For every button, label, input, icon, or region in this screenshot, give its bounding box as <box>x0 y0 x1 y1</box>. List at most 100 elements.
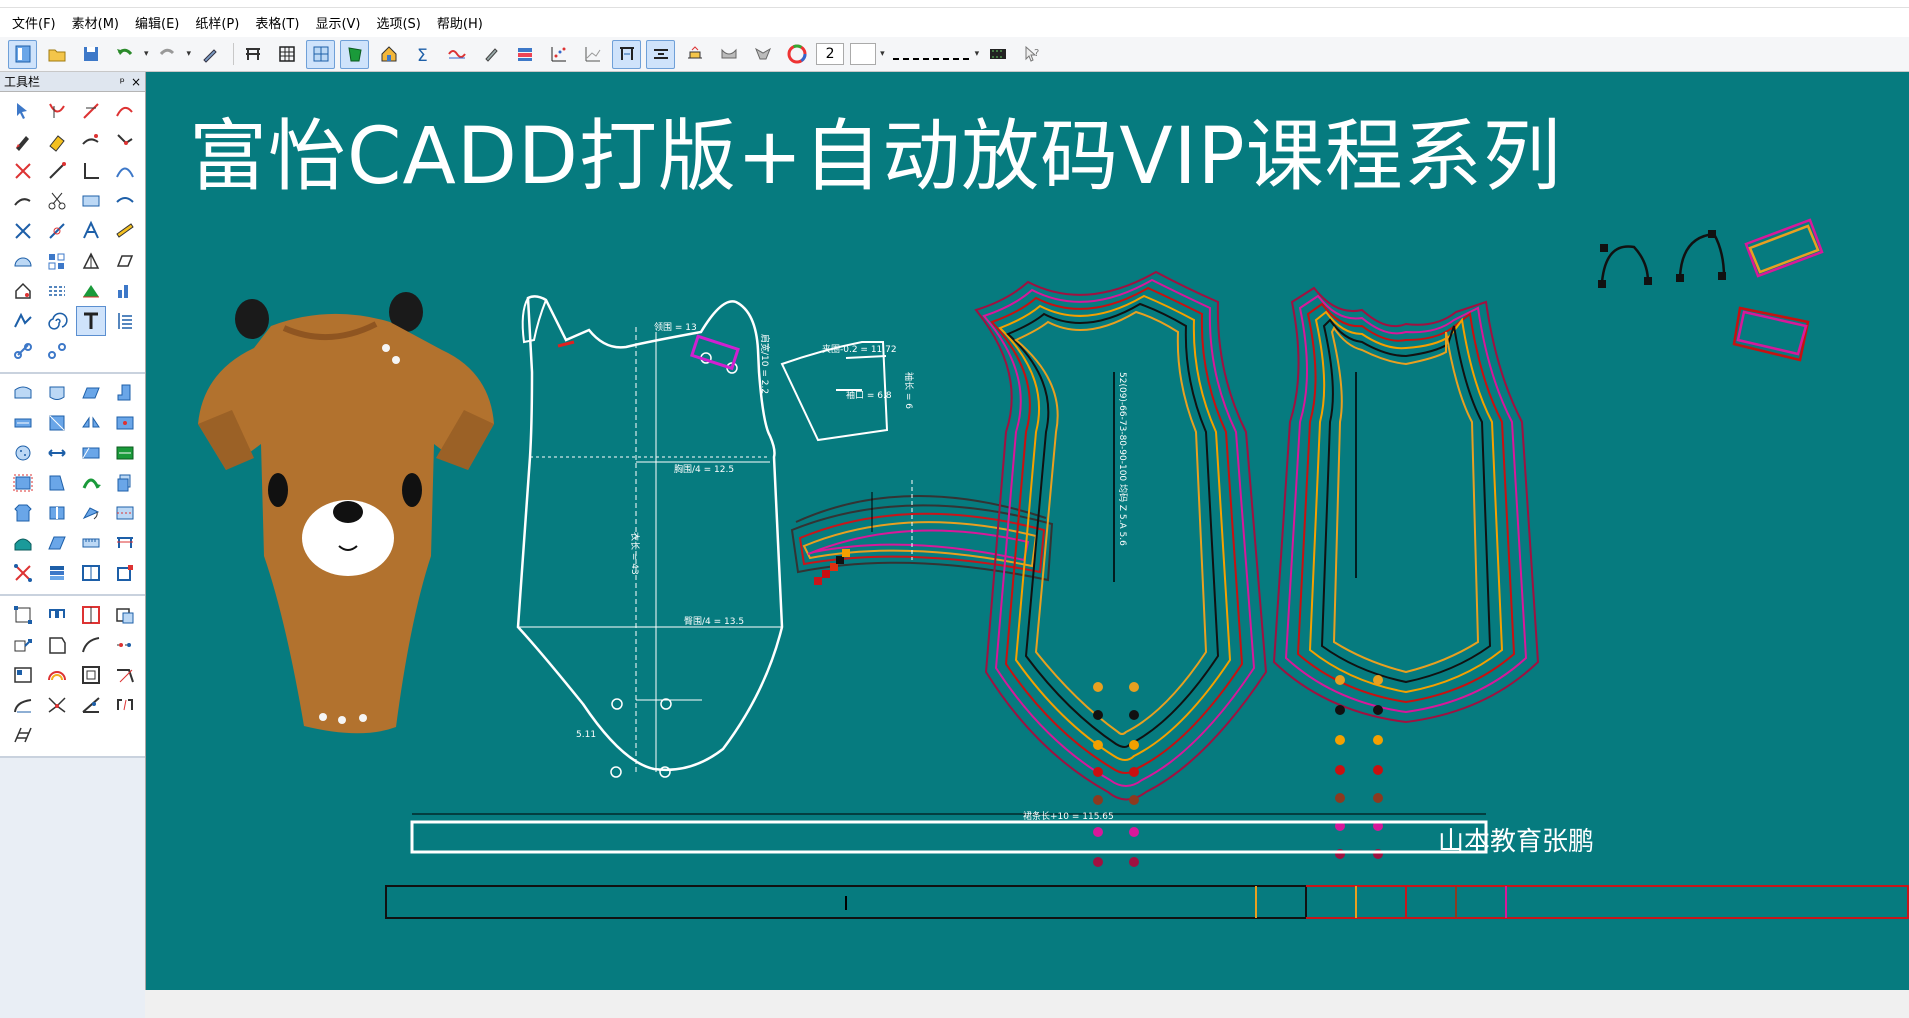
compass-tool-icon[interactable] <box>8 186 38 216</box>
sleeve-icon[interactable] <box>714 40 743 69</box>
piece-notch-icon[interactable] <box>42 408 72 438</box>
triangle-tool-icon[interactable] <box>76 246 106 276</box>
measure-icon[interactable] <box>612 39 642 69</box>
unlink-tool-icon[interactable] <box>42 336 72 366</box>
collar-icon[interactable] <box>748 40 777 69</box>
dashed-line-icon[interactable] <box>42 276 72 306</box>
grade-vertical-icon[interactable] <box>76 600 106 630</box>
redo-icon[interactable] <box>153 40 182 69</box>
rotate-line-icon[interactable] <box>76 126 106 156</box>
menu-material[interactable]: 素材(M) <box>72 13 119 32</box>
piece-rotate-icon[interactable] <box>76 498 106 528</box>
grading-icon[interactable] <box>680 40 709 69</box>
measure-tape-icon[interactable] <box>110 216 140 246</box>
piece-tool-icon[interactable] <box>76 186 106 216</box>
grade-angle-icon[interactable] <box>76 690 106 720</box>
film-icon[interactable] <box>983 40 1012 69</box>
grade-diagonal-icon[interactable] <box>110 660 140 690</box>
grade-param-icon[interactable] <box>110 690 140 720</box>
drawing-canvas[interactable]: 领围 = 13 肩宽/10 = 2.2 胸围/4 = 12.5 臀围/4 = 1… <box>146 72 1909 990</box>
grade-horizontal-icon[interactable] <box>42 600 72 630</box>
pen-icon[interactable] <box>195 40 224 69</box>
grid-table-icon[interactable] <box>272 40 301 69</box>
link-tool-icon[interactable] <box>8 336 38 366</box>
grade-slope-icon[interactable] <box>8 690 38 720</box>
spiral-tool-icon[interactable] <box>42 306 72 336</box>
undo-icon[interactable] <box>110 40 139 69</box>
menu-options[interactable]: 选项(S) <box>376 13 420 32</box>
save-icon[interactable] <box>76 40 105 69</box>
dart-tool-icon[interactable] <box>8 216 38 246</box>
grade-frame-icon[interactable] <box>76 558 106 588</box>
adjust-tool-icon[interactable] <box>42 96 72 126</box>
line-style-select[interactable] <box>892 48 969 60</box>
bar-tool-icon[interactable] <box>110 276 140 306</box>
menu-view[interactable]: 显示(V) <box>315 13 360 32</box>
grade-stack-icon[interactable] <box>42 558 72 588</box>
select-pattern-icon[interactable] <box>8 39 37 69</box>
grade-dots-icon[interactable] <box>110 630 140 660</box>
piece-drill-icon[interactable] <box>110 408 140 438</box>
piece-boot-icon[interactable] <box>110 378 140 408</box>
color-dropdown-icon[interactable]: ▾ <box>880 49 885 59</box>
pencil-tool-icon[interactable] <box>8 126 38 156</box>
straight-line-icon[interactable] <box>42 156 72 186</box>
curve-tool-icon[interactable] <box>110 96 140 126</box>
grade-rainbow-icon[interactable] <box>42 660 72 690</box>
close-icon[interactable]: × <box>131 75 141 89</box>
piece-ruler-icon[interactable] <box>76 528 106 558</box>
redo-dropdown-icon[interactable]: ▾ <box>187 49 192 59</box>
arc-tool-icon[interactable] <box>110 156 140 186</box>
resize-icon[interactable] <box>646 39 676 69</box>
grade-edge-icon[interactable] <box>42 630 72 660</box>
menu-file[interactable]: 文件(F) <box>12 13 56 32</box>
menu-pattern[interactable]: 纸样(P) <box>195 13 239 32</box>
grade-arrows-icon[interactable] <box>8 558 38 588</box>
pattern-table-icon[interactable] <box>238 40 267 69</box>
line-width-box[interactable]: 2 <box>816 43 845 65</box>
piece-cut-icon[interactable] <box>110 498 140 528</box>
grade-move-icon[interactable] <box>8 630 38 660</box>
grade-copy-icon[interactable] <box>110 600 140 630</box>
piece-pleat-icon[interactable] <box>76 438 106 468</box>
eraser-tool-icon[interactable] <box>42 126 72 156</box>
pattern-view-icon[interactable] <box>306 39 336 69</box>
grade-panel-icon[interactable] <box>8 660 38 690</box>
piece-buttonhole-icon[interactable] <box>8 438 38 468</box>
button-tool-icon[interactable] <box>42 246 72 276</box>
piece-outline-icon[interactable] <box>8 378 38 408</box>
piece-split-icon[interactable] <box>42 498 72 528</box>
undo-dropdown-icon[interactable]: ▾ <box>144 49 149 59</box>
piece-shadow-icon[interactable] <box>42 468 72 498</box>
piece-shirt-icon[interactable] <box>8 498 38 528</box>
smart-pen-icon[interactable] <box>76 96 106 126</box>
text-tool-icon[interactable] <box>76 306 106 336</box>
green-piece-icon[interactable] <box>340 39 370 69</box>
protractor-icon[interactable] <box>8 246 38 276</box>
scissors-icon[interactable] <box>42 186 72 216</box>
grade-curve-icon[interactable] <box>76 630 106 660</box>
grade-ladder-icon[interactable] <box>8 720 38 750</box>
piece-turn-icon[interactable] <box>76 468 106 498</box>
piece-flat-icon[interactable] <box>42 528 72 558</box>
color-wheel-icon[interactable] <box>782 40 811 69</box>
wave-icon[interactable] <box>442 40 471 69</box>
piece-mirror-icon[interactable] <box>76 408 106 438</box>
open-folder-icon[interactable] <box>42 40 71 69</box>
piece-grain-icon[interactable] <box>8 408 38 438</box>
cut-tool-icon[interactable] <box>8 156 38 186</box>
dots-icon[interactable] <box>544 40 573 69</box>
piece-seam-allow-icon[interactable] <box>8 468 38 498</box>
piece-shape-icon[interactable] <box>42 378 72 408</box>
pin-icon[interactable]: ᵖ <box>120 75 125 89</box>
right-angle-icon[interactable] <box>76 156 106 186</box>
skew-tool-icon[interactable] <box>110 246 140 276</box>
grade-box-icon[interactable] <box>76 660 106 690</box>
brush-icon[interactable] <box>476 40 505 69</box>
angle-a-icon[interactable] <box>76 216 106 246</box>
menu-edit[interactable]: 编辑(E) <box>135 13 179 32</box>
piece-stretch-icon[interactable] <box>42 438 72 468</box>
line-style-dropdown-icon[interactable]: ▾ <box>975 49 980 59</box>
grade-select-icon[interactable] <box>8 600 38 630</box>
fold-tool-icon[interactable] <box>42 216 72 246</box>
